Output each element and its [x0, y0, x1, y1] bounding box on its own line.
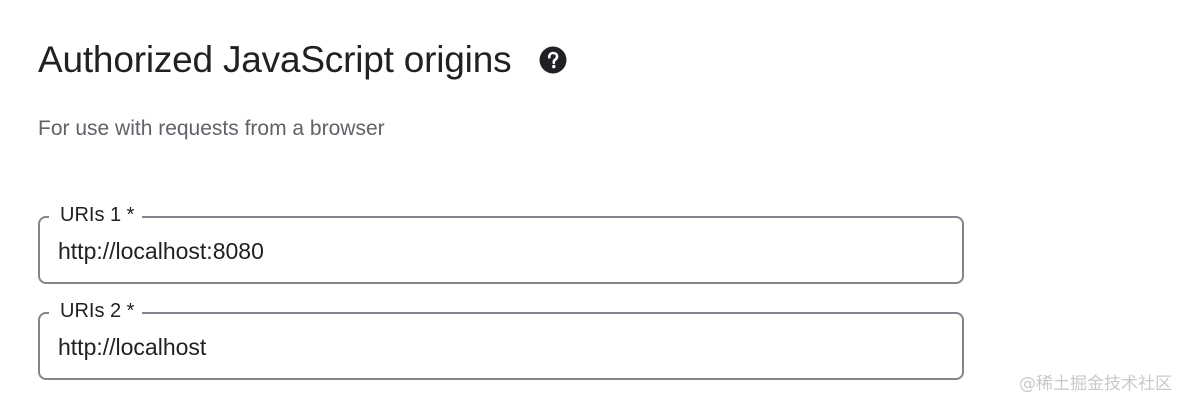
watermark: @稀土掘金技术社区: [1019, 374, 1172, 394]
authorized-js-origins-section: Authorized JavaScript origins For use wi…: [38, 0, 968, 408]
help-circle-icon[interactable]: [539, 46, 567, 74]
section-title: Authorized JavaScript origins: [38, 39, 512, 80]
uri-input-1[interactable]: [58, 233, 944, 269]
section-header: Authorized JavaScript origins: [38, 36, 567, 84]
uri-field-2-label: URIs 2 *: [49, 297, 143, 325]
uri-field-1[interactable]: URIs 1 *: [38, 201, 964, 284]
section-subtitle: For use with requests from a browser: [38, 117, 385, 140]
uri-input-2[interactable]: [58, 329, 944, 365]
uri-field-1-label: URIs 1 *: [49, 201, 143, 229]
uri-field-2[interactable]: URIs 2 *: [38, 297, 964, 380]
